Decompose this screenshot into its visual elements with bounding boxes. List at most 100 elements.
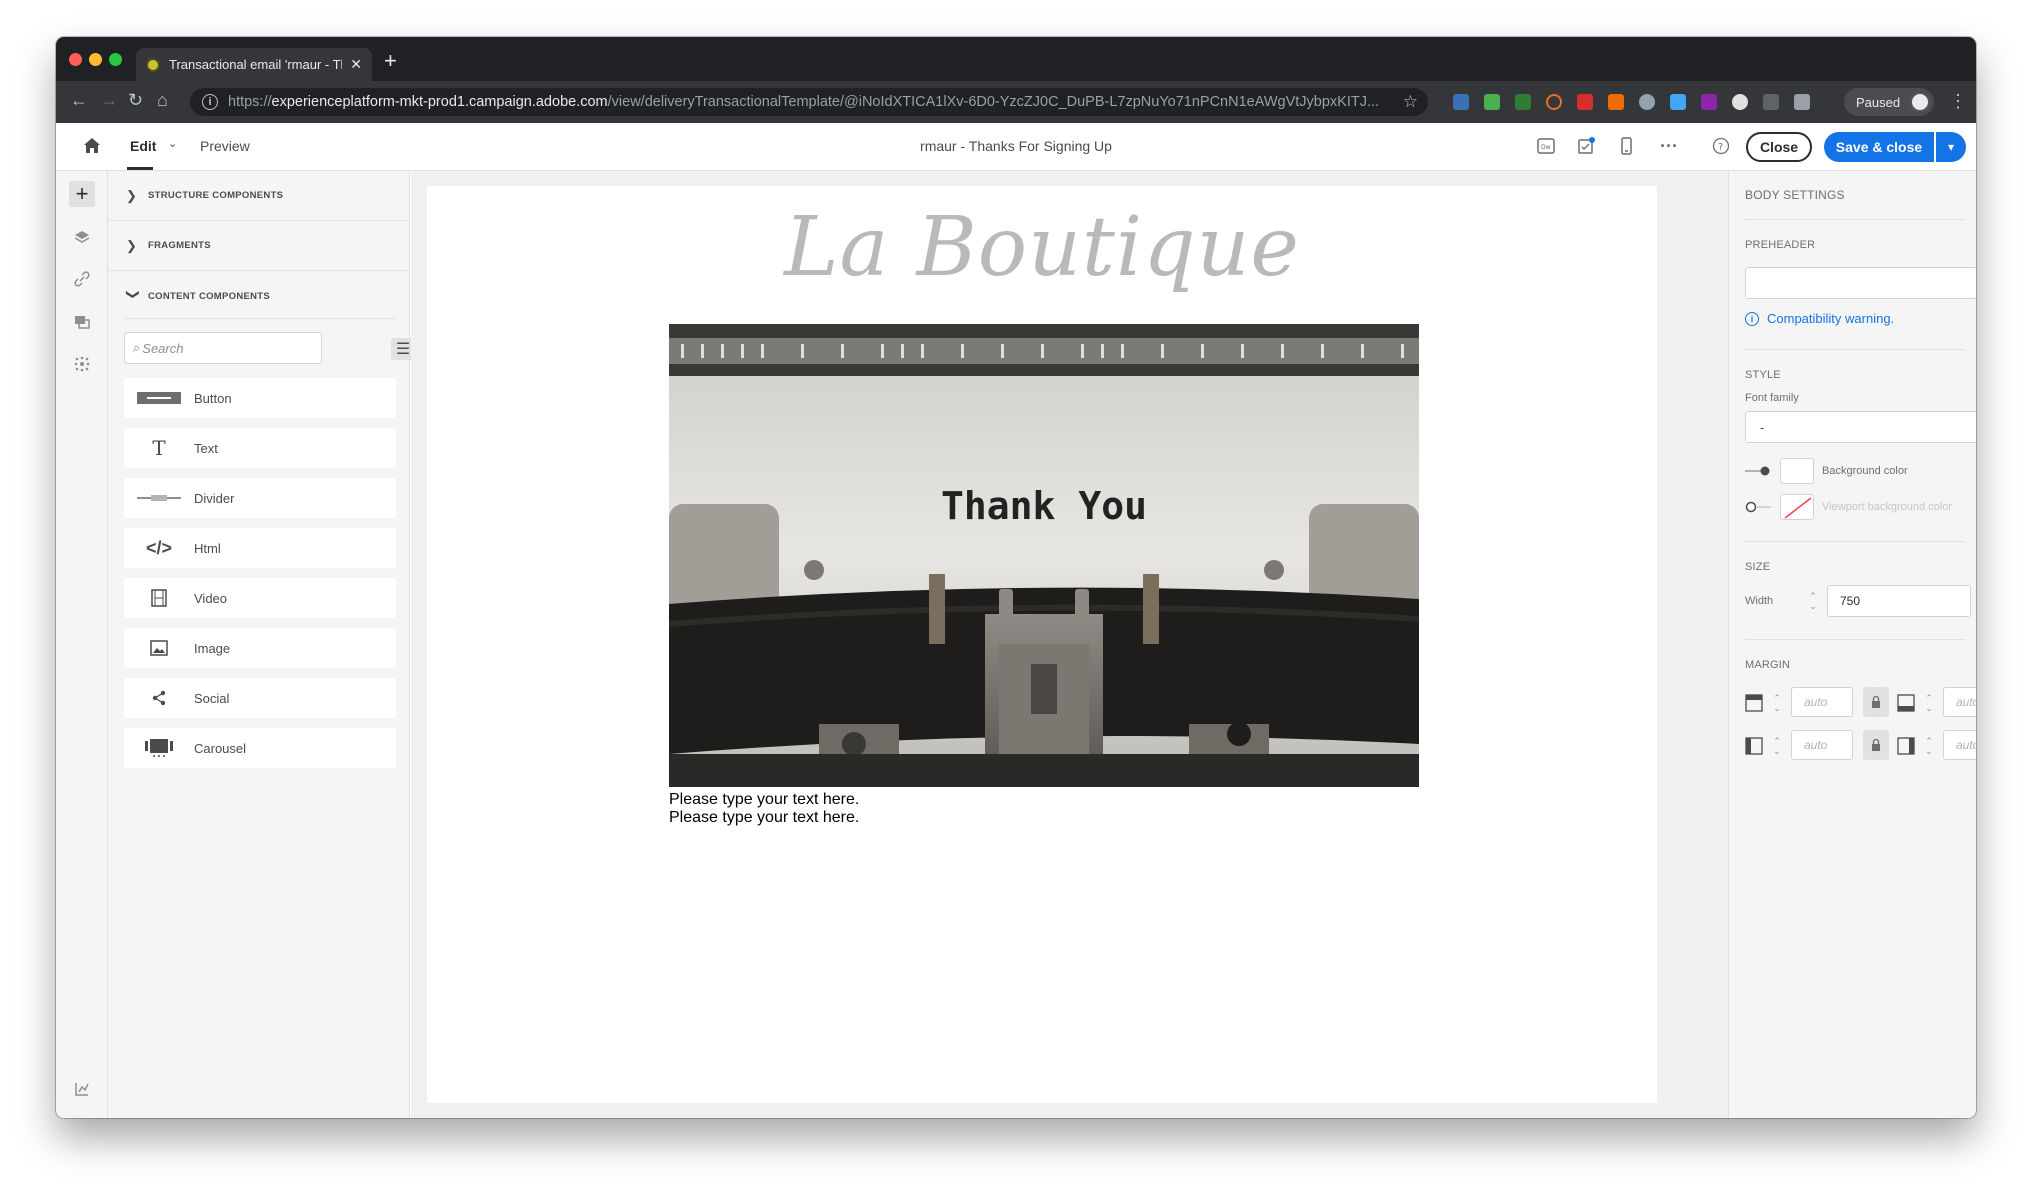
component-video[interactable]: Video	[124, 578, 396, 618]
save-options-chevron-icon[interactable]: ▾	[1936, 132, 1966, 162]
tab-close-icon[interactable]: ✕	[350, 56, 362, 73]
component-text[interactable]: T Text	[124, 428, 396, 468]
home-browser-icon[interactable]: ⌂	[157, 90, 168, 111]
component-label: Carousel	[194, 740, 247, 756]
component-label: Text	[194, 440, 218, 456]
margin-left-stepper[interactable]: ⌃ ⌄	[1767, 730, 1787, 762]
navigation-tree-icon[interactable]	[69, 1076, 95, 1102]
width-stepper[interactable]: ⌃ ⌄	[1803, 585, 1823, 617]
assets-icon[interactable]	[69, 309, 95, 335]
extension-chart-icon[interactable]	[1484, 94, 1500, 110]
component-divider[interactable]: Divider	[124, 478, 396, 518]
extension-camera-icon[interactable]	[1794, 94, 1810, 110]
site-info-icon[interactable]: i	[202, 94, 218, 110]
component-carousel[interactable]: Carousel	[124, 728, 396, 768]
content-components-section[interactable]: ❯ CONTENT COMPONENTS	[108, 271, 410, 321]
fragments-section[interactable]: ❯ FRAGMENTS	[108, 221, 410, 271]
help-icon[interactable]: ?	[1711, 136, 1731, 156]
text-block[interactable]: Please type your text here. Please type …	[669, 791, 859, 827]
close-button[interactable]: Close	[1746, 132, 1812, 162]
component-label: Social	[194, 690, 230, 706]
bookmark-star-icon[interactable]: ☆	[1403, 92, 1418, 112]
margin-top-stepper[interactable]: ⌃ ⌄	[1767, 687, 1787, 719]
browser-menu-icon[interactable]: ⋮	[1949, 91, 1967, 112]
margin-right-stepper[interactable]: ⌃ ⌄	[1919, 730, 1939, 762]
browser-tab[interactable]: Transactional email 'rmaur - Th ✕	[136, 48, 372, 81]
lock-icon	[1872, 696, 1880, 708]
component-label: Divider	[194, 490, 235, 506]
extension-screen-icon[interactable]	[1763, 94, 1779, 110]
hero-image[interactable]: Thank You	[669, 324, 1419, 787]
browser-tab-bar: Transactional email 'rmaur - Th ✕ +	[56, 37, 1976, 81]
profile-button[interactable]: Paused	[1844, 88, 1934, 116]
extension-circle-icon[interactable]	[1546, 94, 1562, 110]
component-html[interactable]: </> Html	[124, 528, 396, 568]
new-tab-icon[interactable]: +	[384, 50, 397, 72]
font-family-select[interactable]: - ⌄	[1745, 411, 1976, 443]
section-label: FRAGMENTS	[148, 240, 211, 251]
preheader-input[interactable]	[1745, 267, 1976, 299]
svg-text:?: ?	[1718, 142, 1723, 153]
save-and-close-button[interactable]: Save & close	[1824, 132, 1934, 162]
component-label: Video	[194, 590, 228, 606]
background-color-radio[interactable]	[1745, 465, 1771, 477]
info-icon: i	[1745, 311, 1759, 326]
components-panel: ❯ STRUCTURE COMPONENTS ❯ FRAGMENTS ❯ CON…	[108, 171, 437, 1118]
margin-right-input[interactable]: auto	[1943, 730, 1976, 760]
margin-lock-horizontal[interactable]	[1863, 730, 1889, 760]
validation-icon[interactable]	[1576, 136, 1596, 156]
structure-components-section[interactable]: ❯ STRUCTURE COMPONENTS	[108, 171, 410, 221]
forward-icon[interactable]: →	[100, 90, 118, 111]
extension-translate-icon[interactable]	[1670, 94, 1686, 110]
component-label: Image	[194, 640, 231, 656]
email-body[interactable]: La Boutique Thank You Please type your t…	[427, 186, 1657, 1103]
component-button[interactable]: Button	[124, 378, 396, 418]
more-options-icon[interactable]: ···	[1659, 136, 1679, 156]
back-icon[interactable]: ←	[70, 90, 88, 111]
component-image[interactable]: Image	[124, 628, 396, 668]
tab-title: Transactional email 'rmaur - Th	[169, 57, 343, 72]
links-icon[interactable]	[69, 266, 95, 292]
width-value: 750	[1840, 594, 1861, 608]
margin-placeholder: auto	[1804, 738, 1828, 752]
mobile-view-icon[interactable]	[1616, 136, 1636, 156]
extension-rp-icon[interactable]	[1701, 94, 1717, 110]
compatibility-warning-link[interactable]: i Compatibility warning.	[1745, 311, 1894, 326]
extension-d-icon[interactable]	[1608, 94, 1624, 110]
browser-window: Transactional email 'rmaur - Th ✕ + ← → …	[56, 37, 1976, 1118]
window-close-button[interactable]	[69, 53, 82, 66]
margin-bottom-input[interactable]: auto	[1943, 687, 1976, 717]
margin-bottom-stepper[interactable]: ⌃ ⌄	[1919, 687, 1939, 719]
extension-x-icon[interactable]	[1515, 94, 1531, 110]
extension-svg-icon[interactable]	[1453, 94, 1469, 110]
chevron-down-icon: ❯	[126, 289, 141, 300]
address-bar[interactable]: i https://experienceplatform-mkt-prod1.c…	[190, 88, 1428, 116]
background-color-swatch[interactable]	[1780, 458, 1814, 484]
layers-icon[interactable]	[69, 224, 95, 250]
margin-lock-vertical[interactable]	[1863, 687, 1889, 717]
reload-icon[interactable]: ↻	[128, 90, 143, 111]
search-input[interactable]: ⌕ Search	[124, 332, 322, 364]
margin-left-input[interactable]: auto	[1791, 730, 1853, 760]
divider	[1745, 541, 1965, 542]
margin-right-icon	[1897, 737, 1915, 755]
add-components-icon[interactable]: +	[69, 181, 95, 207]
dreamweaver-icon[interactable]: Dw	[1536, 136, 1556, 156]
extension-shield-icon[interactable]	[1577, 94, 1593, 110]
width-input[interactable]: 750	[1827, 585, 1971, 617]
component-social[interactable]: Social	[124, 678, 396, 718]
extension-pin-icon[interactable]	[1639, 94, 1655, 110]
viewport-bg-swatch[interactable]	[1780, 494, 1814, 520]
tab-favicon-icon	[146, 57, 160, 72]
margin-top-input[interactable]: auto	[1791, 687, 1853, 717]
size-label: SIZE	[1745, 561, 1771, 573]
window-minimize-button[interactable]	[89, 53, 102, 66]
extension-bars-icon[interactable]	[1732, 94, 1748, 110]
brand-logo[interactable]: La Boutique	[427, 200, 1657, 295]
film-icon	[124, 589, 194, 607]
margin-top-icon	[1745, 694, 1763, 712]
viewport-bg-radio[interactable]	[1745, 501, 1771, 513]
chevron-right-icon: ❯	[126, 237, 137, 253]
window-zoom-button[interactable]	[109, 53, 122, 66]
personalization-icon[interactable]	[69, 351, 95, 377]
